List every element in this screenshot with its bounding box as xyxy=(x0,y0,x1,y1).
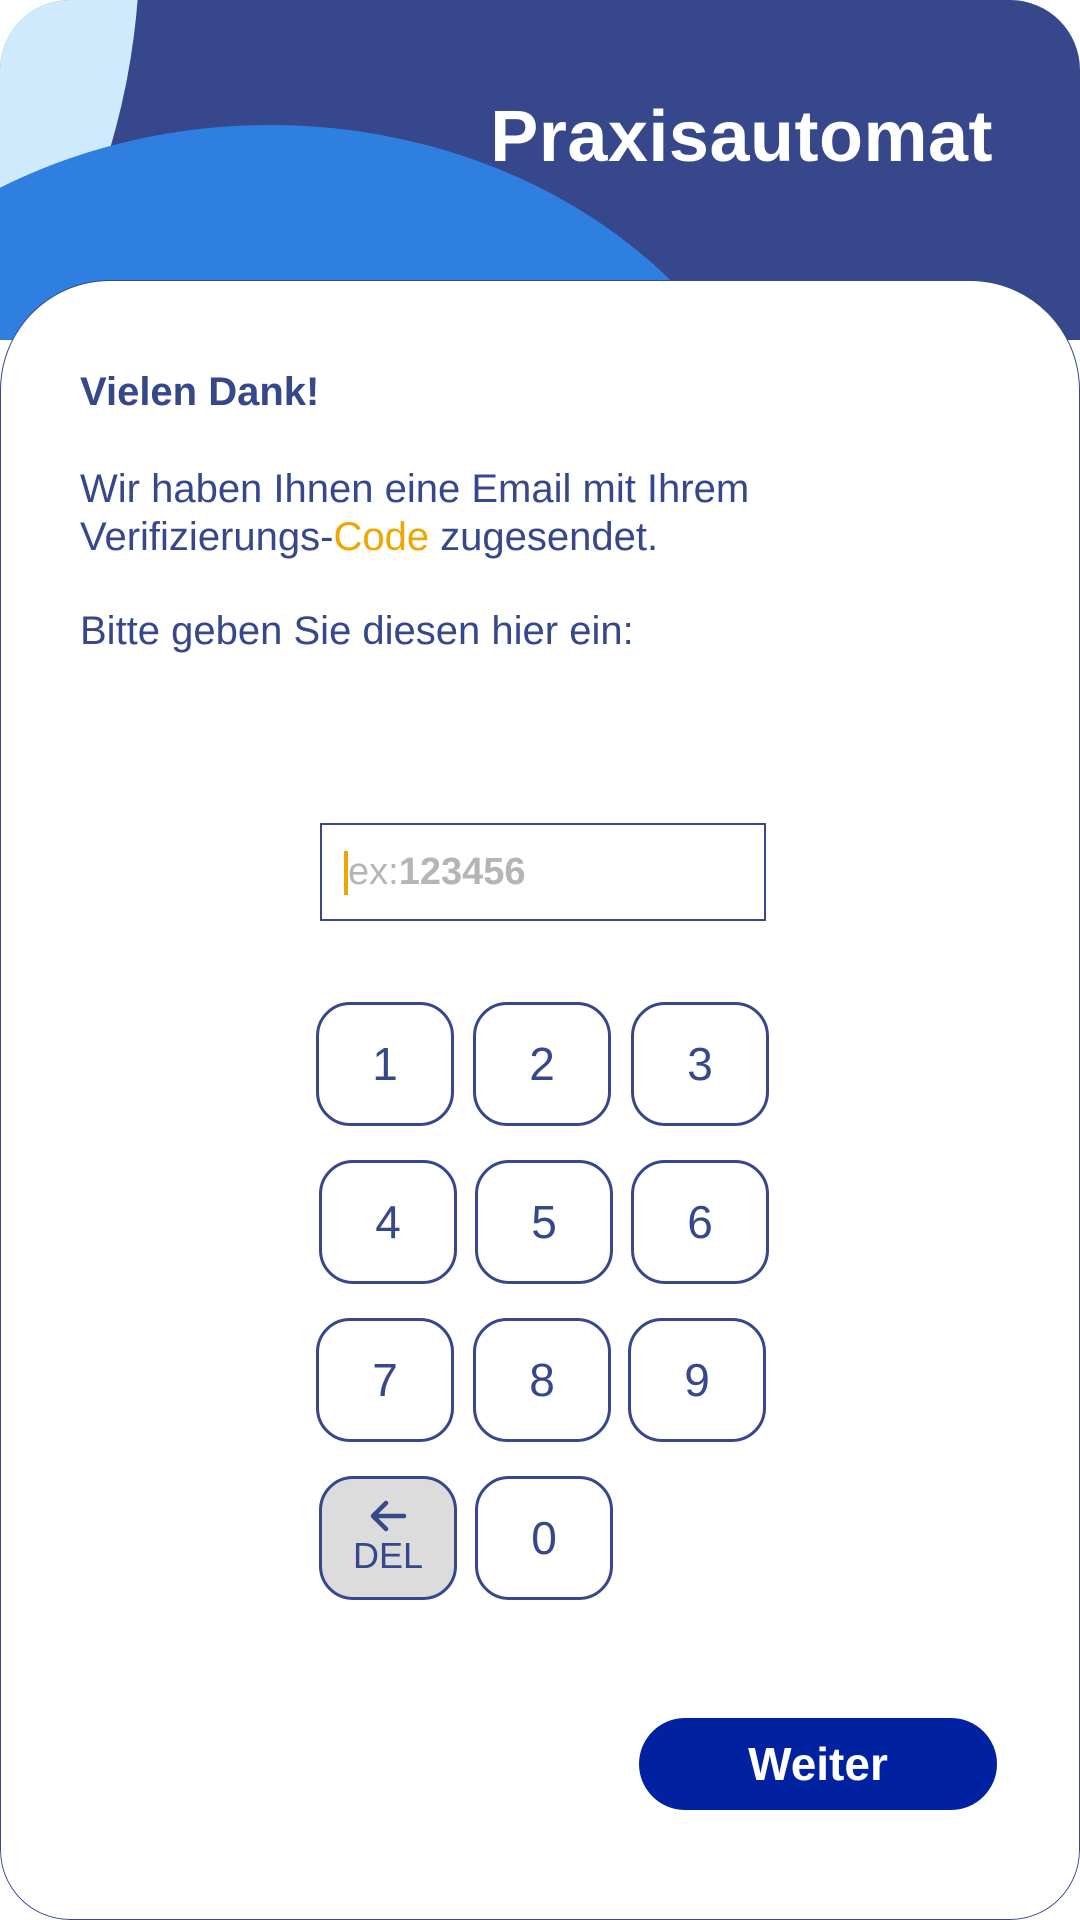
message-line-2: Verifizierungs-Code zugesendet. xyxy=(80,513,749,561)
code-highlight: Code xyxy=(333,515,430,559)
code-input[interactable] xyxy=(322,825,764,919)
code-input-box[interactable]: ex:123456 xyxy=(320,823,766,921)
delete-key[interactable]: DEL xyxy=(319,1476,457,1600)
app-title: Praxisautomat xyxy=(490,97,993,177)
message-line-1: Wir haben Ihnen eine Email mit Ihrem xyxy=(80,467,750,511)
key-4[interactable]: 4 xyxy=(319,1160,457,1284)
message-line-2-suffix: zugesendet. xyxy=(429,515,659,559)
key-9[interactable]: 9 xyxy=(628,1318,766,1442)
greeting-heading: Vielen Dank! xyxy=(80,370,320,414)
arrow-left-icon xyxy=(370,1500,407,1532)
key-1[interactable]: 1 xyxy=(316,1002,454,1126)
key-7[interactable]: 7 xyxy=(316,1318,454,1442)
text-caret xyxy=(344,851,348,895)
delete-key-label: DEL xyxy=(352,1535,424,1576)
key-8[interactable]: 8 xyxy=(473,1318,611,1442)
next-button[interactable]: Weiter xyxy=(639,1718,997,1810)
key-5[interactable]: 5 xyxy=(475,1160,613,1284)
message-line-2-prefix: Verifizierungs- xyxy=(80,515,334,559)
key-0[interactable]: 0 xyxy=(475,1476,613,1600)
key-6[interactable]: 6 xyxy=(631,1160,769,1284)
key-3[interactable]: 3 xyxy=(631,1002,769,1126)
entry-prompt: Bitte geben Sie diesen hier ein: xyxy=(80,609,634,653)
key-2[interactable]: 2 xyxy=(473,1002,611,1126)
app-screen: Praxisautomat Vielen Dank! Wir haben Ihn… xyxy=(0,0,1080,1920)
verification-message: Wir haben Ihnen eine Email mit Ihrem Ver… xyxy=(80,465,749,561)
